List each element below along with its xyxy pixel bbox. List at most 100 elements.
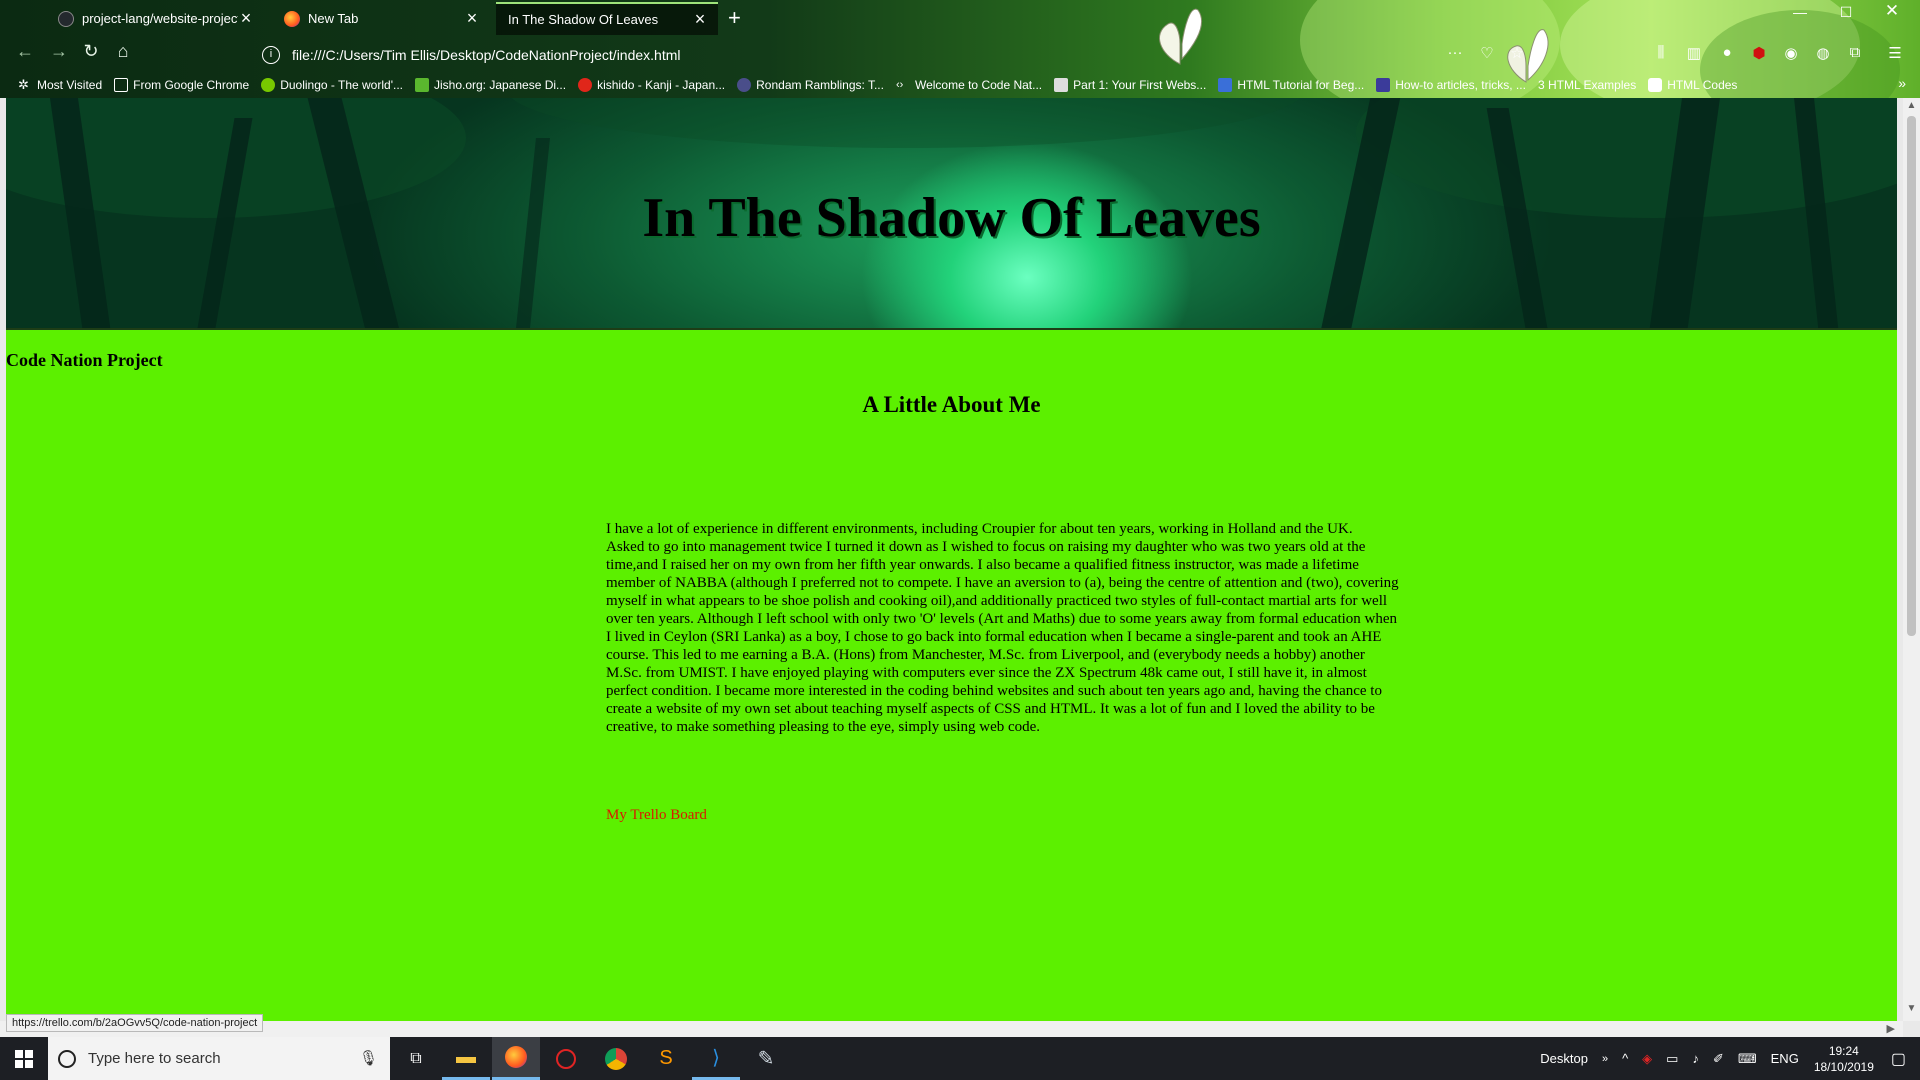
clock-date: 18/10/2019 (1813, 1059, 1874, 1074)
bookmark-item[interactable]: kishido - Kanji - Japan... (578, 78, 725, 92)
vscode-icon[interactable]: ⟩ (692, 1037, 740, 1080)
close-tab-icon[interactable]: × (692, 9, 708, 30)
url-text: file:///C:/Users/Tim Ellis/Desktop/CodeN… (292, 47, 681, 63)
sublime-text-icon[interactable]: S (642, 1037, 690, 1080)
address-bar[interactable]: i file:///C:/Users/Tim Ellis/Desktop/Cod… (262, 42, 1642, 68)
tab-github[interactable]: project-lang/website-project × (46, 2, 264, 35)
page-actions-icon[interactable]: ··· (1444, 44, 1466, 61)
bookmark-item[interactable]: Rondam Ramblings: T... (737, 78, 884, 92)
task-view-icon[interactable]: ⧉ (392, 1037, 440, 1080)
duolingo-icon (261, 78, 276, 92)
minimize-icon[interactable]: — (1780, 4, 1820, 20)
page-icon (1054, 78, 1069, 92)
antivirus-icon[interactable]: ◈ (1642, 1051, 1652, 1067)
library-icon[interactable]: ⫼ (1650, 44, 1672, 61)
browser-chrome: project-lang/website-project × New Tab ×… (0, 0, 1920, 98)
extension-icon[interactable]: ◉ (1780, 44, 1802, 62)
site-info-icon[interactable]: i (262, 46, 280, 64)
forward-icon[interactable]: → (46, 41, 72, 62)
pen-icon[interactable]: ✐ (1713, 1051, 1724, 1067)
scroll-right-icon[interactable]: ▶ (1887, 1022, 1895, 1035)
paint-icon[interactable]: ✎ (742, 1037, 790, 1080)
trello-board-link[interactable]: My Trello Board (606, 807, 707, 824)
bookmark-item[interactable]: 3 HTML Examples (1538, 78, 1636, 92)
bookmark-folder[interactable]: From Google Chrome (114, 78, 249, 92)
section-heading: A Little About Me (862, 392, 1041, 417)
app-icon[interactable] (542, 1037, 590, 1080)
toolbar-overflow-icon[interactable]: » (1602, 1053, 1608, 1065)
firefox-icon (505, 1046, 527, 1068)
wikihow-icon (1376, 78, 1391, 92)
bookmark-item[interactable]: Duolingo - The world'... (261, 78, 403, 92)
cortana-icon (58, 1049, 76, 1068)
back-icon[interactable]: ← (12, 41, 38, 62)
bookmark-item[interactable]: HTML Tutorial for Beg... (1218, 78, 1364, 92)
tutorial-icon (1218, 78, 1233, 92)
bookmark-item[interactable]: How-to articles, tricks, ... (1376, 78, 1526, 92)
about-text: I have a lot of experience in different … (606, 520, 1402, 736)
blog-icon (737, 78, 752, 92)
chrome-icon (605, 1047, 627, 1070)
scrollbar-thumb[interactable] (1907, 116, 1916, 636)
taskbar-search[interactable]: Type here to search 🎙 (48, 1037, 390, 1080)
bookmark-item[interactable]: ‹› Welcome to Code Nat... (896, 78, 1042, 92)
page-title: In The Shadow Of Leaves (642, 187, 1261, 249)
ublock-icon[interactable]: ⬢ (1748, 44, 1770, 62)
notifications-icon[interactable]: ▢ (1891, 1049, 1906, 1069)
account-icon[interactable]: ◍ (1812, 44, 1834, 62)
forest-banner: In The Shadow Of Leaves (6, 98, 1897, 330)
tab-new-tab[interactable]: New Tab × (272, 2, 490, 35)
html-codes-icon (1648, 78, 1663, 92)
about-paragraph: I have a lot of experience in different … (606, 521, 1353, 537)
folder-icon (114, 78, 129, 92)
menu-icon[interactable]: ☰ (1884, 44, 1906, 62)
bookmark-item[interactable]: Jisho.org: Japanese Di... (414, 78, 566, 92)
language-indicator[interactable]: ENG (1771, 1051, 1799, 1066)
clock[interactable]: 19:24 18/10/2019 (1814, 1043, 1874, 1075)
tab-strip: project-lang/website-project × New Tab ×… (0, 0, 1920, 36)
tab-title: project-lang/website-project (82, 11, 238, 26)
about-paragraph: Asked to go into management twice I turn… (606, 539, 1399, 735)
file-explorer-icon[interactable]: ▬ (442, 1037, 490, 1080)
start-button[interactable] (0, 1037, 48, 1080)
volume-icon[interactable]: ♪ (1692, 1051, 1699, 1066)
microphone-icon[interactable]: 🎙 (359, 1049, 378, 1067)
sidebar-icon[interactable]: ▥ (1683, 44, 1705, 62)
chrome-taskbar-icon[interactable] (592, 1037, 640, 1080)
firefox-icon (284, 10, 300, 27)
new-tab-icon[interactable]: + (728, 5, 741, 31)
screenshot-icon[interactable]: ⧉ (1844, 44, 1866, 61)
close-tab-icon[interactable]: × (464, 8, 480, 29)
more-bookmarks-icon[interactable]: » (1898, 75, 1906, 91)
pocket-icon[interactable]: ♡ (1476, 44, 1498, 62)
close-tab-icon[interactable]: × (238, 8, 254, 29)
web-page: In The Shadow Of Leaves Code Nation Proj… (6, 98, 1897, 1021)
scroll-down-icon[interactable]: ▼ (1903, 1003, 1920, 1014)
gear-icon: ✲ (18, 77, 29, 92)
tab-in-the-shadow-of-leaves[interactable]: In The Shadow Of Leaves × (496, 2, 718, 35)
firefox-taskbar-icon[interactable] (492, 1037, 540, 1080)
bookmark-star-icon[interactable]: ☆ (1506, 44, 1528, 62)
scroll-up-icon[interactable]: ▲ (1903, 100, 1920, 111)
desktop-toolbar-label[interactable]: Desktop (1540, 1051, 1588, 1066)
vertical-scrollbar[interactable]: ▲ ▼ (1903, 98, 1920, 1021)
tab-title: New Tab (308, 11, 359, 26)
reload-icon[interactable]: ↻ (78, 41, 104, 62)
maximize-icon[interactable]: ☐ (1826, 4, 1866, 21)
bookmark-item[interactable]: ✲ Most Visited (18, 77, 102, 93)
system-tray: Desktop » ^ ◈ ▭ ♪ ✐ ⌨ ENG 19:24 18/10/20… (1533, 1037, 1920, 1080)
kishido-icon (578, 78, 593, 92)
bookmark-item[interactable]: HTML Codes (1648, 78, 1737, 92)
horizontal-scrollbar[interactable]: ▶ (0, 1021, 1903, 1037)
extension-icon[interactable]: ● (1716, 44, 1738, 61)
jisho-icon (414, 78, 429, 92)
network-icon[interactable]: ▭ (1666, 1051, 1678, 1067)
chevron-up-icon[interactable]: ^ (1622, 1051, 1628, 1066)
bookmark-item[interactable]: Part 1: Your First Webs... (1054, 78, 1206, 92)
status-bar-url: https://trello.com/b/2aOGvv5Q/code-natio… (6, 1014, 264, 1032)
canopy (506, 98, 1306, 148)
close-window-icon[interactable]: ✕ (1872, 1, 1912, 21)
home-icon[interactable]: ⌂ (110, 41, 136, 62)
tab-title: In The Shadow Of Leaves (508, 12, 659, 27)
keyboard-icon[interactable]: ⌨ (1738, 1051, 1757, 1067)
